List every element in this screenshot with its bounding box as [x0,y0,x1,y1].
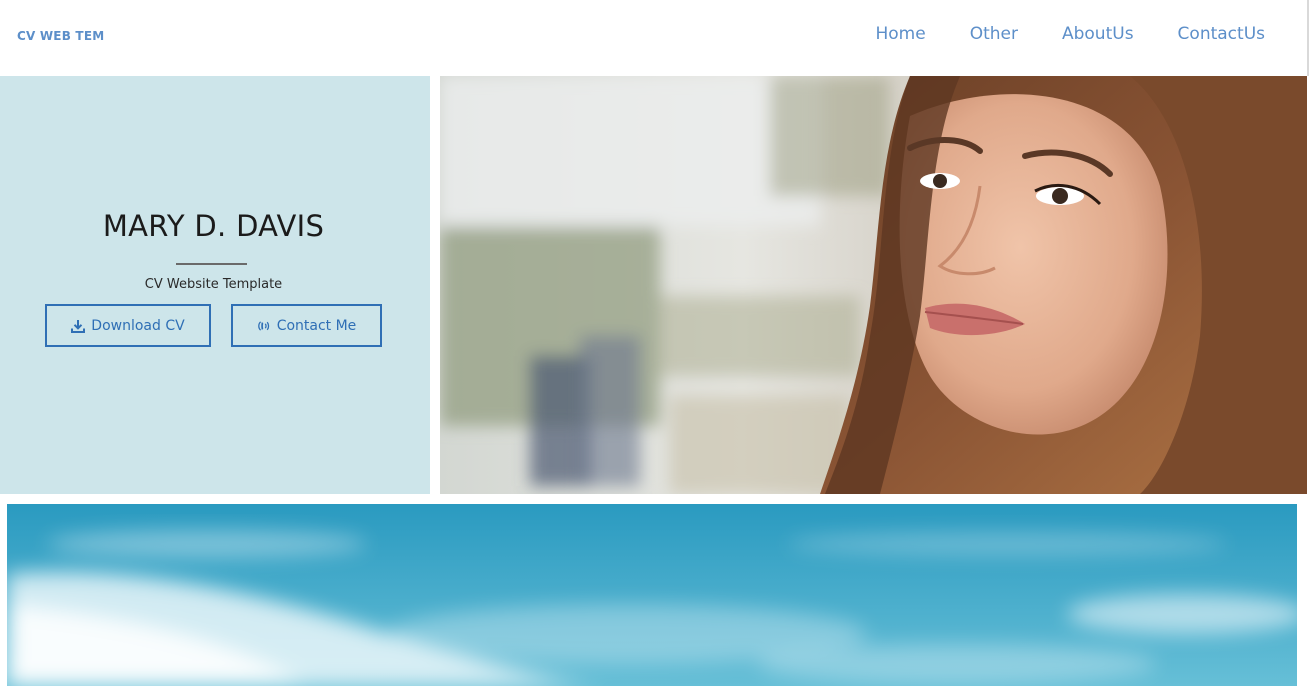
name-divider [176,263,247,265]
contact-me-label: Contact Me [276,317,357,334]
phone-volume-icon [257,319,271,333]
nav-link-home[interactable]: Home [876,24,926,44]
nav-link-other[interactable]: Other [970,24,1018,44]
subtitle: CV Website Template [144,277,283,292]
main-nav: Home Other AboutUs ContactUs [832,24,1266,44]
sky-banner-image [7,504,1297,686]
nav-link-contactus[interactable]: ContactUs [1178,24,1265,44]
download-icon [71,319,86,333]
person-name: MARY D. DAVIS [102,209,325,243]
contact-me-button[interactable]: Contact Me [231,304,382,347]
brand-logo[interactable]: CV WEB TEM [17,29,104,43]
download-cv-label: Download CV [91,317,185,334]
portrait-photo [440,76,1307,494]
download-cv-button[interactable]: Download CV [45,304,211,347]
intro-panel: MARY D. DAVIS CV Website Template Downlo… [0,76,430,494]
site-header: CV WEB TEM Home Other AboutUs ContactUs [0,0,1309,76]
nav-link-aboutus[interactable]: AboutUs [1062,24,1134,44]
